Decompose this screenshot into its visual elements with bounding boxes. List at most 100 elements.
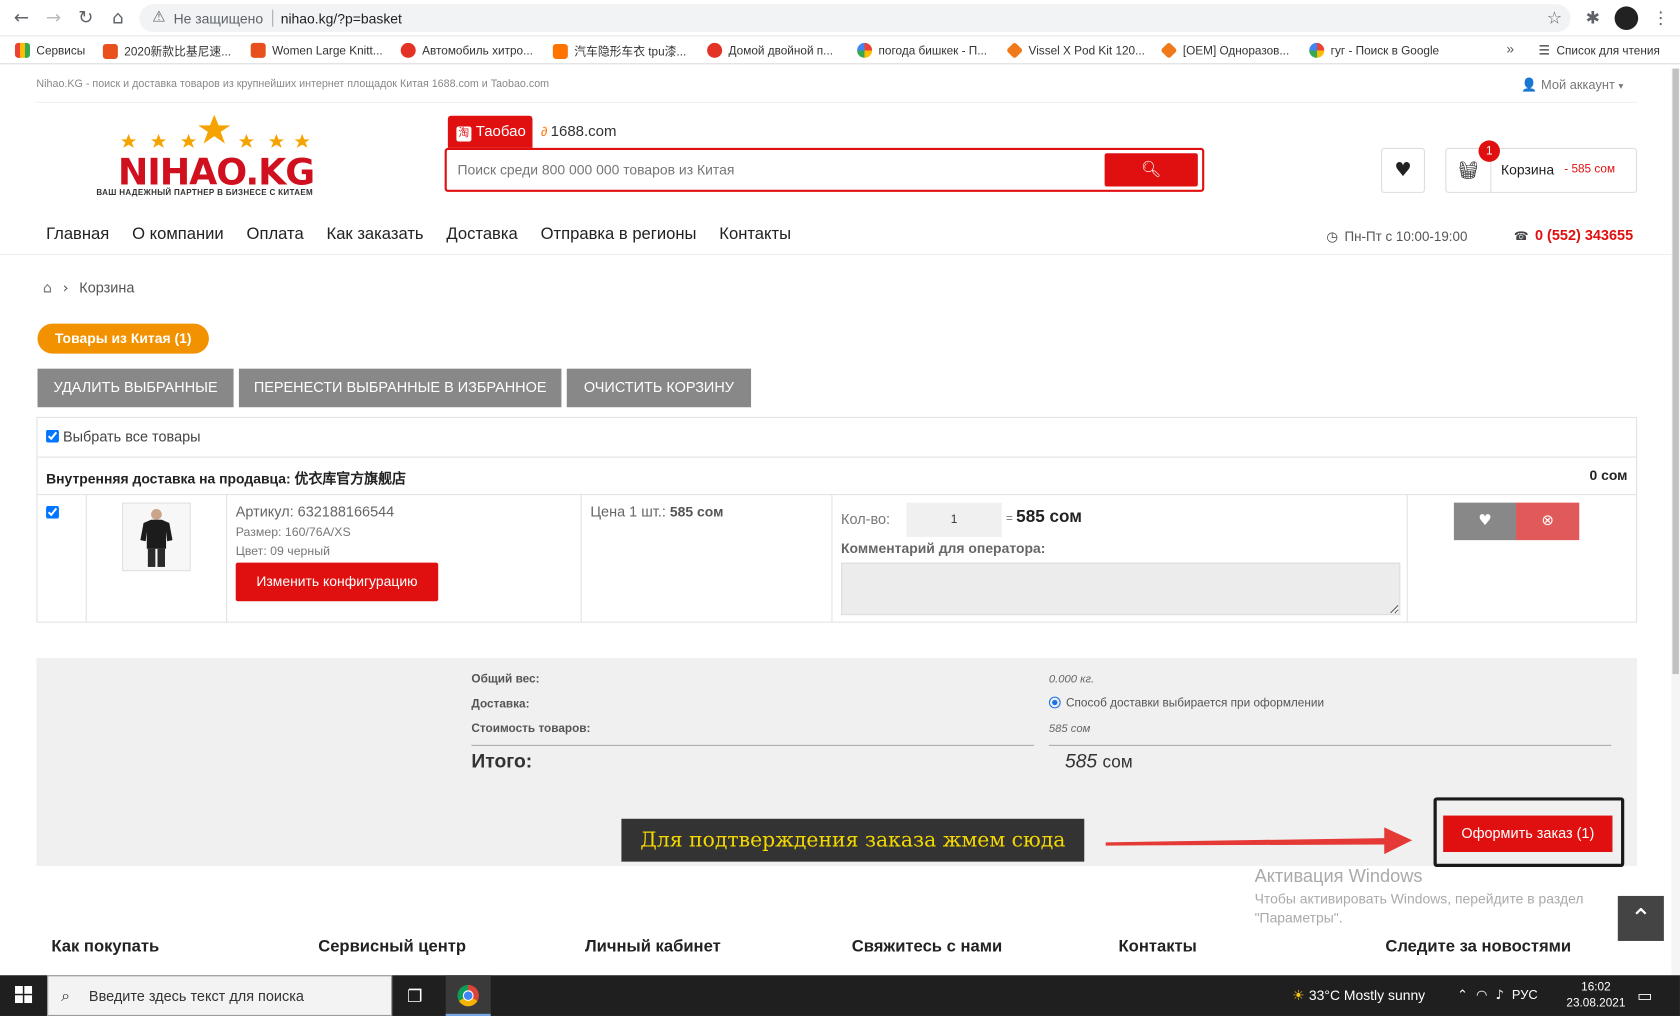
activation-text: "Параметры". [1254, 909, 1343, 926]
bookmark-item[interactable]: 2020新款比基尼速... [102, 43, 231, 60]
tab-china-goods[interactable]: Товары из Китая (1) [37, 323, 209, 354]
network-icon[interactable]: ◠ [1476, 987, 1487, 1002]
scrollbar-thumb[interactable] [1672, 68, 1679, 675]
move-to-favorites-button[interactable]: Перенести выбранные в избранное [238, 368, 562, 408]
menu-item-home[interactable]: Главная [46, 225, 109, 243]
site-logo[interactable]: NIHAO.KG ВАШ НАДЕЖНЫЙ ПАРТНЕР В БИЗНЕСЕ … [96, 113, 334, 201]
menu-item-about[interactable]: О компании [132, 225, 224, 243]
omnibox-separator [272, 9, 274, 27]
clear-cart-button[interactable]: Очистить корзину [566, 368, 752, 408]
account-menu[interactable]: 👤 Мой аккаунт ▾ [1521, 77, 1623, 92]
footer-contacts[interactable]: Контакты [1119, 938, 1197, 957]
seller-delivery-sum: 0 сом [1589, 467, 1628, 484]
delete-selected-button[interactable]: Удалить выбранные [37, 368, 234, 408]
tshirt-product-image [123, 503, 190, 571]
reading-list[interactable]: ☰ Список для чтения [1539, 43, 1660, 58]
select-all-checkbox[interactable] [46, 429, 59, 443]
task-view-icon[interactable]: ❐ [407, 986, 422, 1006]
volume-icon[interactable]: ♪ [1495, 987, 1503, 1002]
select-all[interactable]: Выбрать все товары [46, 429, 201, 445]
tab-1688[interactable]: ∂ 1688.com [541, 122, 616, 139]
favorites-button[interactable]: ♥ [1381, 147, 1425, 193]
reload-icon[interactable]: ↻ [75, 8, 96, 29]
forward-icon[interactable]: → [43, 8, 64, 29]
item-checkbox[interactable] [46, 505, 59, 519]
footer-service-center[interactable]: Сервисный центр [318, 938, 466, 957]
bookmark-item[interactable]: Women Large Knitt... [250, 42, 383, 58]
extensions-icon[interactable]: ✱ [1586, 8, 1600, 28]
weather-widget[interactable]: ☀ 33°C Mostly sunny [1292, 987, 1425, 1004]
insecure-label: Не защищено [173, 10, 264, 27]
search-input[interactable] [457, 158, 1101, 181]
working-hours: ◷ Пн-Пт с 10:00-19:00 [1326, 228, 1467, 244]
bookmark-item[interactable]: 汽车隐形车衣 tpu漆... [552, 43, 686, 60]
notification-icon[interactable]: ▭ [1637, 986, 1652, 1005]
back-icon[interactable]: ← [11, 8, 32, 29]
logo-slogan: ВАШ НАДЕЖНЫЙ ПАРТНЕР В БИЗНЕСЕ С КИТАЕМ [96, 187, 314, 198]
menu-item-how-to-order[interactable]: Как заказать [327, 225, 424, 243]
taskbar-search[interactable]: ⌕ Введите здесь текст для поиска [47, 975, 393, 1016]
weather-text: 33°C Mostly sunny [1308, 987, 1426, 1004]
menu-item-regions[interactable]: Отправка в регионы [541, 225, 697, 243]
address-bar[interactable]: ⚠ Не защищено nihao.kg/?p=basket ☆ [139, 4, 1571, 33]
home-icon[interactable]: ⌂ [107, 8, 128, 29]
menu-item-payment[interactable]: Оплата [247, 225, 304, 243]
page-scrollbar[interactable] [1671, 68, 1680, 976]
weight-label: Общий вес: [471, 673, 540, 686]
bookmark-item[interactable]: гуг - Поиск в Google [1309, 42, 1439, 58]
goods-cost-label: Стоимость товаров: [471, 722, 591, 736]
bookmark-star-icon[interactable]: ☆ [1547, 8, 1562, 28]
remove-item-button[interactable]: ⊗ [1516, 502, 1580, 541]
home-icon[interactable]: ⌂ [43, 280, 52, 297]
taskbar-clock[interactable]: 16:02 23.08.2021 [1566, 980, 1625, 1012]
total-label: Итого: [471, 750, 533, 772]
scroll-to-top-button[interactable]: ⌃ [1617, 895, 1664, 941]
cart-sum: - 585 сом [1564, 162, 1616, 176]
change-configuration-button[interactable]: Изменить конфигурацию [235, 562, 439, 602]
bookmark-label: [OEM] Одноразов... [1182, 45, 1290, 58]
menu-item-delivery[interactable]: Доставка [446, 225, 517, 243]
cart-button[interactable]: 🧺︎ 1 Корзина - 585 сом [1445, 140, 1638, 193]
language-indicator[interactable]: РУС [1512, 987, 1538, 1002]
footer-contact-us[interactable]: Свяжитесь с нами [852, 938, 1002, 957]
site-tagline: Nihao.KG - поиск и доставка товаров из к… [36, 78, 550, 91]
phone-number[interactable]: ☎ 0 (552) 343655 [1514, 227, 1633, 243]
price-label: Цена 1 шт.: [590, 503, 666, 520]
breadcrumb: ⌂ › Корзина [43, 280, 135, 297]
bookmarks-more-icon[interactable]: » [1506, 41, 1514, 57]
reading-list-label: Список для чтения [1556, 45, 1660, 58]
place-order-button[interactable]: Оформить заказ (1) [1443, 815, 1613, 853]
menu-dots-icon[interactable]: ⋮ [1652, 8, 1669, 28]
bookmark-item[interactable]: Автомобиль хитро... [400, 42, 533, 58]
total-currency: сом [1102, 753, 1133, 772]
bookmark-item[interactable]: Домой двойной п... [707, 42, 833, 58]
profile-avatar[interactable] [1614, 6, 1639, 31]
total-number: 585 [1064, 750, 1098, 772]
google-favicon-icon [857, 42, 873, 58]
bookmark-label: Vissel X Pod Kit 120... [1028, 45, 1145, 58]
tab-taobao[interactable]: 淘 Таобао [447, 115, 533, 148]
add-to-favorites-button[interactable]: ♥ [1453, 502, 1517, 541]
bookmark-item[interactable]: Vissel X Pod Kit 120... [1006, 41, 1145, 59]
chrome-taskbar-button[interactable] [445, 975, 491, 1016]
footer-personal-account[interactable]: Личный кабинет [585, 938, 721, 957]
bookmark-apps[interactable]: Сервисы [14, 42, 85, 58]
comment-label: Комментарий для оператора: [841, 540, 1046, 557]
url-text[interactable]: nihao.kg/?p=basket [281, 11, 402, 27]
footer-news[interactable]: Следите за новостями [1385, 938, 1571, 957]
bookmark-item[interactable]: погода бишкек - П... [857, 42, 987, 58]
comment-textarea[interactable] [841, 562, 1401, 616]
quantity-input[interactable] [906, 502, 1002, 537]
delivery-option-radio[interactable]: Способ доставки выбирается при оформлени… [1048, 696, 1324, 709]
menu-item-contacts[interactable]: Контакты [719, 225, 791, 243]
taskbar-search-placeholder: Введите здесь текст для поиска [88, 988, 304, 1005]
footer-how-to-buy[interactable]: Как покупать [51, 938, 159, 957]
bookmark-item[interactable]: [OEM] Одноразов... [1160, 41, 1290, 59]
chevron-up-icon[interactable]: ⌃ [1457, 987, 1468, 1002]
activation-title: Активация Windows [1254, 865, 1423, 887]
search-icon: ⌕ [61, 985, 71, 1006]
taobao-favicon-icon [102, 43, 118, 59]
search-button[interactable]: 🔍︎ [1104, 153, 1198, 187]
windows-start-icon[interactable] [14, 985, 33, 1004]
product-thumbnail[interactable] [122, 502, 191, 572]
